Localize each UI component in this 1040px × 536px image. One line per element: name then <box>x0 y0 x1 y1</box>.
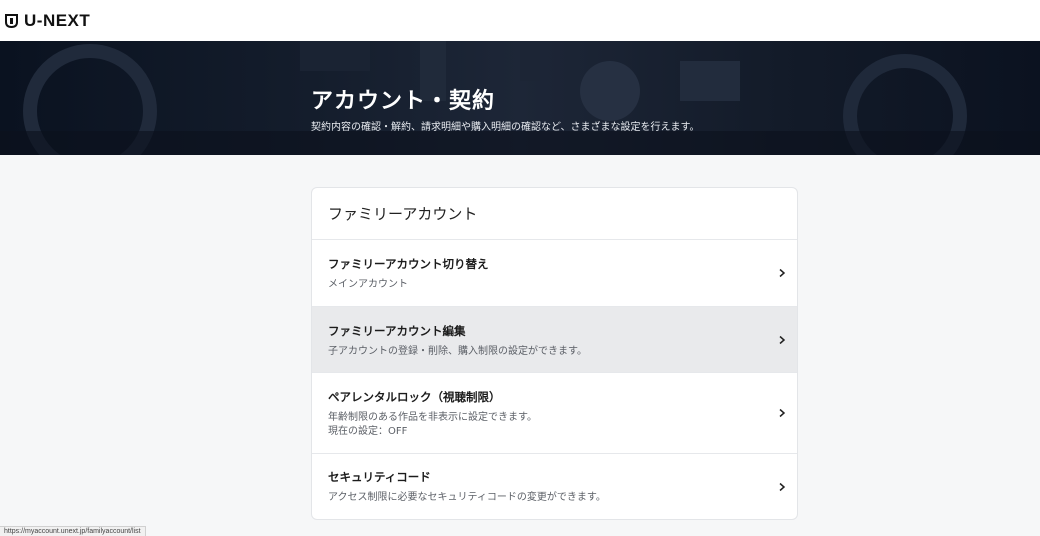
top-bar: U-NEXT <box>0 0 1040 41</box>
menu-item-title: セキュリティコード <box>328 470 431 484</box>
status-bar-url: https://myaccount.unext.jp/familyaccount… <box>0 526 146 536</box>
menu-item-parental-lock[interactable]: ペアレンタルロック（視聴制限） 年齢制限のある作品を非表示に設定できます。 現在… <box>312 373 797 454</box>
card-title: ファミリーアカウント <box>312 188 797 240</box>
menu-item-desc: アクセス制限に必要なセキュリティコードの変更ができます。 <box>328 492 606 503</box>
shield-logo-icon <box>5 13 18 28</box>
logo[interactable]: U-NEXT <box>5 11 90 31</box>
hero-background-pattern <box>0 41 1040 155</box>
family-account-card: ファミリーアカウント ファミリーアカウント切り替え メインアカウント ファミリー… <box>311 187 798 520</box>
menu-item-security-code[interactable]: セキュリティコード アクセス制限に必要なセキュリティコードの変更ができます。 <box>312 454 797 519</box>
menu-item-desc: メインアカウント <box>328 279 408 290</box>
menu-item-title: ペアレンタルロック（視聴制限） <box>328 390 501 404</box>
menu-item-title: ファミリーアカウント編集 <box>328 324 466 338</box>
chevron-right-icon <box>779 482 786 491</box>
menu-item-edit-family-account[interactable]: ファミリーアカウント編集 子アカウントの登録・削除、購入制限の設定ができます。 <box>312 307 797 373</box>
menu-item-switch-family-account[interactable]: ファミリーアカウント切り替え メインアカウント <box>312 240 797 307</box>
menu-item-desc: 年齢制限のある作品を非表示に設定できます。 現在の設定：OFF <box>328 411 761 439</box>
chevron-right-icon <box>779 268 786 278</box>
chevron-right-icon <box>779 408 786 418</box>
menu-item-title: ファミリーアカウント切り替え <box>328 257 489 271</box>
chevron-right-icon <box>779 335 786 344</box>
page-title: アカウント・契約 <box>311 89 496 114</box>
menu-item-desc-line: 年齢制限のある作品を非表示に設定できます。 <box>328 412 537 423</box>
hero-banner: アカウント・契約 契約内容の確認・解約、請求明細や購入明細の確認など、さまざまな… <box>0 41 1040 155</box>
parental-lock-status: 現在の設定：OFF <box>328 426 408 437</box>
logo-text: U-NEXT <box>24 10 91 30</box>
menu-item-desc: 子アカウントの登録・削除、購入制限の設定ができます。 <box>328 346 587 357</box>
page-subtitle: 契約内容の確認・解約、請求明細や購入明細の確認など、さまざまな設定を行えます。 <box>311 122 700 133</box>
